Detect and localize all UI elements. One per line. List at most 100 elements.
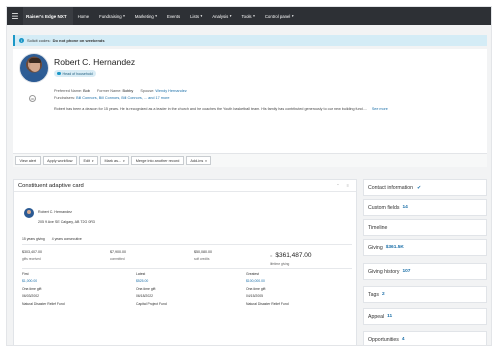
former-name-label: Former Name: bbox=[96, 89, 122, 93]
divider bbox=[22, 268, 352, 269]
chevron-down-icon: ▾ bbox=[200, 14, 203, 18]
merge-button[interactable]: Merge into another record bbox=[131, 156, 184, 165]
gift-type: One-time gift bbox=[246, 286, 266, 291]
soft-credits-stat: $50,080.00 soft credits bbox=[194, 250, 212, 261]
years-consecutive: 4 years consecutive bbox=[51, 237, 82, 241]
view-alert-button[interactable]: View alert bbox=[15, 156, 41, 165]
nav-home[interactable]: Home bbox=[73, 7, 94, 25]
adaptive-card: Constituent adaptive card ⌃ ≡ Robert C. … bbox=[13, 179, 357, 345]
spouse-label: Spouse: bbox=[140, 89, 155, 93]
gift-amount-link[interactable]: $525.00 bbox=[136, 279, 167, 283]
tile-label: Tags bbox=[368, 291, 379, 298]
apply-workflow-button[interactable]: Apply workflow bbox=[42, 156, 77, 165]
tile-count: 2 bbox=[381, 292, 385, 297]
tile-label: Appeal bbox=[368, 313, 385, 320]
first-gift: First $1,000.00 One-time gift 06/03/2002… bbox=[22, 272, 65, 310]
chevron-down-icon: ▾ bbox=[253, 14, 255, 18]
lifetime-giving: = $361,487.00 lifetime giving bbox=[270, 252, 312, 266]
tile-appeal[interactable]: Appeal 11 bbox=[363, 308, 487, 325]
gift-type: One-time gift bbox=[136, 286, 156, 291]
nav-events[interactable]: Events bbox=[162, 7, 185, 25]
constituent-name: Robert C. Hernandez bbox=[54, 57, 136, 67]
avatar[interactable] bbox=[19, 53, 49, 83]
tile-count: 107 bbox=[402, 269, 411, 274]
more-options-icon[interactable]: ••• bbox=[29, 95, 36, 102]
gift-fund: Capital Project Fund bbox=[136, 301, 167, 306]
tile-label: Giving bbox=[368, 244, 383, 251]
app-frame: ☰ Raiser's Edge NXT Home Fundraising ▾ Ma… bbox=[6, 6, 492, 346]
gift-heading: First bbox=[22, 272, 29, 276]
card-title: Constituent adaptive card bbox=[18, 182, 84, 189]
card-address: 205 9 Ave SE Calgary, AB T2G 0R3 bbox=[38, 220, 95, 224]
card-constituent-name: Robert C. Hernandez bbox=[38, 210, 72, 214]
badge-label: Head of household bbox=[62, 71, 93, 76]
gift-fund: Natural Disaster Relief Fund bbox=[246, 301, 289, 306]
spouse-link[interactable]: Wendy Hernandez bbox=[155, 89, 186, 93]
app-brand[interactable]: Raiser's Edge NXT bbox=[23, 7, 73, 25]
stat-value: $303,407.00 bbox=[22, 250, 42, 254]
mark-as-button[interactable]: Mark as... ▾ bbox=[100, 156, 130, 165]
see-more-link[interactable]: See more bbox=[372, 107, 388, 111]
tile-giving[interactable]: Giving $361.5K bbox=[363, 239, 487, 256]
nav-lists[interactable]: Lists ▾ bbox=[185, 7, 207, 25]
gift-date: 06/03/2002 bbox=[22, 294, 39, 299]
stat-label: committed bbox=[110, 257, 125, 261]
household-icon bbox=[57, 71, 61, 76]
gift-fund: Natural Disaster Relief Fund bbox=[22, 301, 65, 306]
chevron-down-icon: ▾ bbox=[155, 14, 157, 18]
gift-amount-link[interactable]: $100,000.00 bbox=[246, 279, 289, 283]
nav-tools[interactable]: Tools ▾ bbox=[237, 7, 260, 25]
edit-button[interactable]: Edit ▾ bbox=[78, 156, 98, 165]
nav-fundraising[interactable]: Fundraising ▾ bbox=[94, 7, 130, 25]
former-name-value: Bobby bbox=[122, 89, 134, 93]
bio-text: Robert has been a deacon for 15 years. H… bbox=[54, 107, 367, 111]
nav-label: Lists bbox=[190, 13, 199, 19]
tile-label: Timeline bbox=[368, 224, 388, 231]
tile-count: 11 bbox=[387, 314, 393, 319]
add-ins-button[interactable]: Add-ins ▾ bbox=[185, 156, 212, 165]
name-details: Preferred Name: Bob Former Name: Bobby S… bbox=[54, 89, 187, 93]
stat-value: $50,080.00 bbox=[194, 250, 212, 254]
tile-giving-history[interactable]: Giving history 107 bbox=[363, 263, 487, 280]
gift-amount-link[interactable]: $1,000.00 bbox=[22, 279, 65, 283]
stat-label: gifts received bbox=[22, 257, 41, 261]
fundraisers-link[interactable]: Bill Connors, Bill Connors, Bill Connors… bbox=[76, 96, 169, 100]
hamburger-menu-icon[interactable]: ☰ bbox=[7, 7, 23, 25]
tile-contact-information[interactable]: Contact information ✔ bbox=[363, 179, 487, 196]
tile-tags[interactable]: Tags 2 bbox=[363, 286, 487, 303]
chevron-down-icon: ▾ bbox=[205, 158, 207, 163]
tile-custom-fields[interactable]: Custom fields 14 bbox=[363, 199, 487, 216]
fundraisers-label: Fundraisers: bbox=[54, 96, 76, 100]
button-label: Edit bbox=[83, 158, 90, 163]
giving-years: 15 years giving 4 years consecutive bbox=[22, 237, 88, 241]
tile-opportunities[interactable]: Opportunities 4 bbox=[363, 331, 487, 345]
nav-marketing[interactable]: Marketing ▾ bbox=[130, 7, 162, 25]
gift-date: 04/15/2005 bbox=[246, 294, 263, 299]
tile-label: Contact information bbox=[368, 184, 413, 191]
tile-count: 14 bbox=[402, 205, 408, 210]
nav-control-panel[interactable]: Control panel ▾ bbox=[260, 7, 299, 25]
years-giving: 15 years giving bbox=[22, 237, 45, 241]
collapse-icon[interactable]: ⌃ ≡ bbox=[336, 183, 352, 188]
chevron-down-icon: ▾ bbox=[291, 14, 294, 18]
top-navigation: ☰ Raiser's Edge NXT Home Fundraising ▾ Ma… bbox=[7, 7, 491, 25]
tile-timeline[interactable]: Timeline bbox=[363, 219, 487, 236]
nav-label: Analysis bbox=[212, 13, 229, 19]
card-avatar bbox=[24, 208, 34, 218]
fundraisers-row: Fundraisers: Bill Connors, Bill Connors,… bbox=[54, 96, 169, 100]
chevron-down-icon: ▾ bbox=[229, 14, 232, 18]
preferred-name-label: Preferred Name: bbox=[54, 89, 83, 93]
nav-label: Control panel bbox=[264, 13, 291, 19]
constituent-bio: Robert has been a deacon for 15 years. H… bbox=[54, 107, 388, 111]
nav-label: Events bbox=[167, 13, 181, 19]
tile-count: $361.5K bbox=[385, 245, 404, 250]
chevron-down-icon: ▾ bbox=[91, 158, 94, 163]
tile-label: Custom fields bbox=[368, 204, 400, 211]
nav-label: Tools bbox=[241, 13, 252, 19]
gift-type: One-time gift bbox=[22, 286, 42, 291]
card-header: Constituent adaptive card ⌃ ≡ bbox=[14, 180, 356, 192]
committed-stat: $7,900.00 committed bbox=[110, 250, 126, 261]
tile-label: Giving history bbox=[368, 268, 400, 275]
gifts-received-stat: $303,407.00 gifts received bbox=[22, 250, 42, 261]
nav-analysis[interactable]: Analysis ▾ bbox=[207, 7, 236, 25]
